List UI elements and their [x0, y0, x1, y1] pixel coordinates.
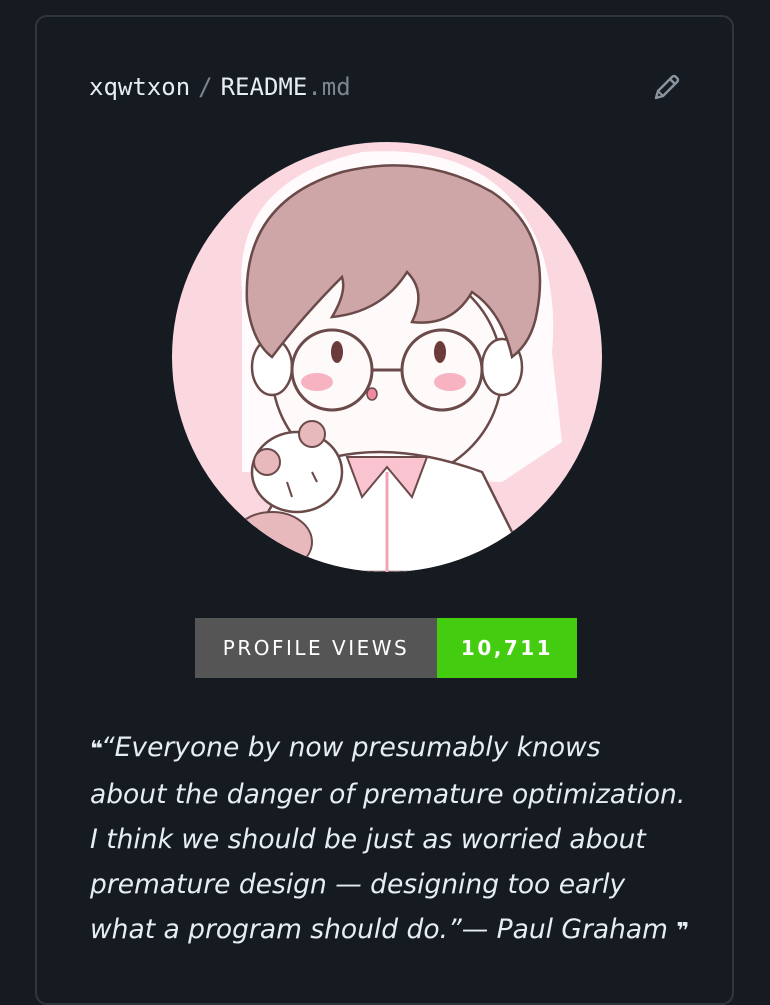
readme-card: xqwtxon / README .md PROFILE VIEWS 10,71…: [35, 15, 734, 1005]
quote-line: ❝“Everyone by now presumably knows: [90, 732, 601, 763]
profile-avatar-image: [172, 142, 602, 572]
pencil-icon: [651, 71, 683, 107]
path-separator: /: [198, 73, 213, 101]
badge-label: PROFILE VIEWS: [195, 618, 437, 678]
quote-line: what a program should do.”— Paul Graham …: [90, 914, 689, 945]
close-quote-icon: ❞: [676, 919, 689, 944]
readme-breadcrumb: xqwtxon / README .md: [89, 73, 351, 101]
quote-line: premature design — designing too early: [90, 869, 626, 900]
open-quote-icon: ❝: [90, 737, 103, 762]
quote-line: about the danger of premature optimizati…: [90, 779, 686, 810]
badge-count: 10,711: [437, 618, 577, 678]
quote-line: I think we should be just as worried abo…: [90, 824, 646, 855]
edit-readme-button[interactable]: [647, 69, 687, 109]
file-name[interactable]: README: [221, 73, 308, 101]
repo-owner-link[interactable]: xqwtxon: [89, 73, 190, 101]
quote-block: ❝“Everyone by now presumably knows about…: [90, 725, 700, 954]
profile-views-badge[interactable]: PROFILE VIEWS 10,711: [195, 618, 577, 678]
file-extension: .md: [307, 73, 351, 101]
